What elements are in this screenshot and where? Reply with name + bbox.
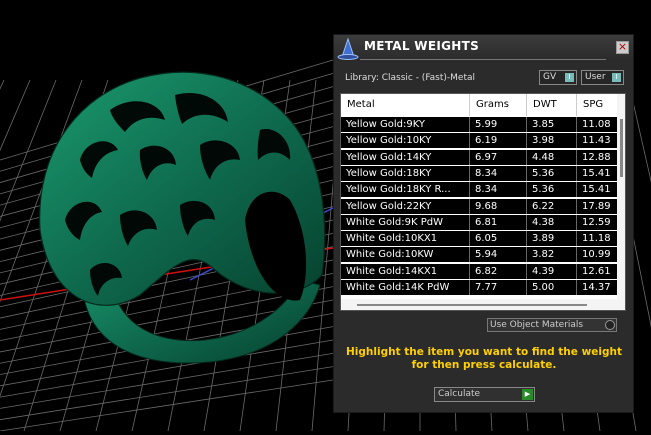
column-header-metal[interactable]: Metal (341, 94, 470, 116)
table-row[interactable]: Yellow Gold:18KY R... 8.34 5.36 15.41 (341, 182, 617, 198)
cell-metal: White Gold:9K PdW (341, 214, 470, 230)
table-row[interactable]: White Gold:10KX1 6.05 3.89 11.18 (341, 231, 617, 247)
cell-spg: 11.43 (582, 135, 611, 147)
user-toggle-label: User (585, 72, 606, 82)
cell-dwt: 3.85 (527, 117, 577, 132)
cell-dwt: 4.38 (527, 214, 577, 230)
title-divider (360, 59, 606, 60)
cell-metal: White Gold:14KX1 (341, 263, 470, 279)
cell-spg: 11.18 (582, 233, 611, 245)
cell-spg: 10.99 (582, 249, 611, 261)
close-button[interactable]: × (616, 41, 629, 54)
grid-line (0, 79, 5, 90)
horizontal-scrollbar[interactable] (341, 299, 625, 310)
vertical-scroll-thumb[interactable] (620, 119, 623, 177)
ring-model (39, 71, 326, 364)
user-toggle[interactable]: User I (581, 70, 624, 85)
grid-line (0, 366, 334, 421)
cell-dwt: 5.36 (527, 165, 577, 181)
table-row[interactable]: Yellow Gold:14KY 6.97 4.48 12.88 (341, 149, 617, 165)
table-body: Yellow Gold:9KY 5.99 3.85 11.08 Yellow Gold:… (341, 117, 617, 297)
table-row[interactable]: White Gold:14K PdW 7.77 5.00 14.37 (341, 280, 617, 295)
cell-grams: 5.94 (470, 247, 527, 263)
gv-toggle[interactable]: GV I (539, 70, 577, 85)
table-row[interactable]: White Gold:10KW 5.94 3.82 10.99 (341, 247, 617, 263)
radio-icon (605, 320, 615, 330)
table-row[interactable]: White Gold:9K PdW 6.81 4.38 12.59 (341, 214, 617, 230)
cell-spg: 15.41 (582, 167, 611, 179)
cell-spg: 12.61 (582, 265, 611, 277)
table-row[interactable]: White Gold:14KX1 6.82 4.39 12.61 (341, 263, 617, 279)
instruction-text: Highlight the item you want to find the … (346, 346, 622, 371)
cell-dwt: 3.82 (527, 247, 577, 263)
cell-metal: White Gold:10KX1 (341, 231, 470, 247)
calculate-button[interactable]: Calculate ▶ (434, 387, 535, 402)
library-label: Library: Classic - (Fast)-Metal (345, 73, 476, 83)
metal-table: Metal Grams DWT SPG Yellow Gold:9KY 5.99 3… (340, 93, 626, 311)
use-object-materials-label: Use Object Materials (490, 320, 584, 330)
cell-dwt: 3.89 (527, 231, 577, 247)
cell-grams: 7.77 (470, 280, 527, 295)
cell-metal: White Gold:14K PdW (341, 280, 470, 295)
cell-grams: 5.99 (470, 117, 527, 132)
cell-grams: 6.81 (470, 214, 527, 230)
cell-metal: Yellow Gold:18KY (341, 165, 470, 181)
cell-metal: White Gold:10KW (341, 247, 470, 263)
cell-dwt: 3.98 (527, 133, 577, 149)
cell-spg: 17.89 (582, 200, 611, 212)
table-header: Metal Grams DWT SPG (341, 94, 617, 116)
metal-weights-panel: METAL WEIGHTS × Library: Classic - (Fast… (333, 34, 634, 413)
table-row[interactable]: Yellow Gold:9KY 5.99 3.85 11.08 (341, 117, 617, 132)
cell-metal: Yellow Gold:10KY (341, 133, 470, 149)
column-header-grams[interactable]: Grams (470, 94, 527, 116)
column-header-dwt[interactable]: DWT (527, 94, 577, 116)
cell-metal: Yellow Gold:14KY (341, 149, 470, 165)
cell-metal: Yellow Gold:9KY (341, 117, 470, 132)
table-row[interactable]: Yellow Gold:10KY 6.19 3.98 11.43 (341, 133, 617, 149)
cell-dwt: 5.36 (527, 182, 577, 198)
wizard-hat-icon (337, 37, 359, 60)
cell-grams: 8.34 (470, 182, 527, 198)
toggle-knob-icon: I (565, 73, 574, 82)
vertical-scrollbar[interactable] (617, 94, 625, 299)
cell-metal: Yellow Gold:18KY R... (341, 182, 470, 198)
cell-spg: 12.88 (582, 151, 611, 163)
cell-spg: 14.37 (582, 282, 611, 293)
cell-grams: 6.82 (470, 263, 527, 279)
cell-dwt: 6.22 (527, 198, 577, 214)
cell-spg: 15.41 (582, 184, 611, 196)
cell-spg: 11.08 (582, 119, 611, 130)
calculate-label: Calculate (438, 389, 481, 399)
cell-grams: 6.19 (470, 133, 527, 149)
toggle-knob-icon: I (612, 73, 621, 82)
cell-dwt: 4.39 (527, 263, 577, 279)
cell-grams: 6.05 (470, 231, 527, 247)
title-bar[interactable]: METAL WEIGHTS × (334, 35, 633, 61)
gv-toggle-label: GV (543, 72, 557, 82)
column-header-spg[interactable]: SPG (577, 94, 617, 116)
cell-dwt: 5.00 (527, 280, 577, 295)
cell-grams: 9.68 (470, 198, 527, 214)
play-arrow-icon: ▶ (522, 389, 533, 400)
use-object-materials-toggle[interactable]: Use Object Materials (487, 318, 617, 332)
cell-spg: 12.59 (582, 216, 611, 228)
cell-grams: 6.97 (470, 149, 527, 165)
cell-dwt: 4.48 (527, 149, 577, 165)
horizontal-scroll-thumb[interactable] (357, 304, 587, 306)
grid-line (0, 379, 334, 432)
cell-metal: Yellow Gold:22KY (341, 198, 470, 214)
table-row[interactable]: Yellow Gold:18KY 8.34 5.36 15.41 (341, 165, 617, 181)
cell-grams: 8.34 (470, 165, 527, 181)
table-row[interactable]: Yellow Gold:22KY 9.68 6.22 17.89 (341, 198, 617, 214)
panel-title: METAL WEIGHTS (364, 39, 480, 53)
